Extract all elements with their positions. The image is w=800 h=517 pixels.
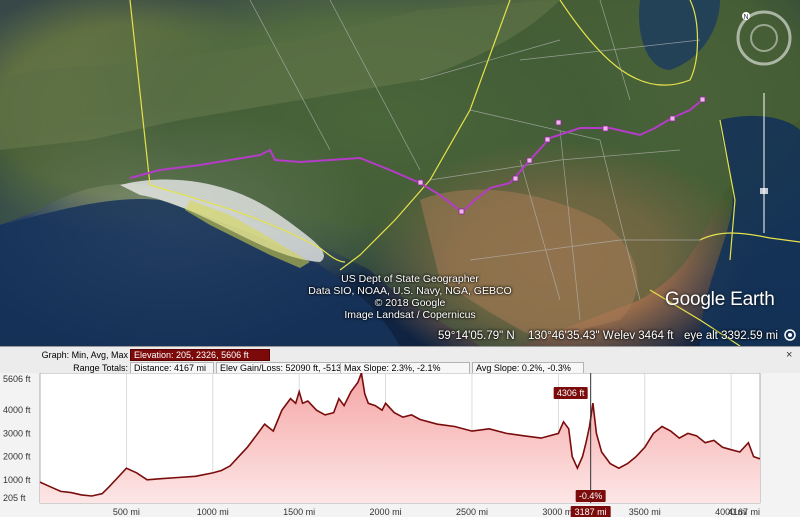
svg-text:N: N — [743, 14, 748, 21]
x-tick-label: 500 mi — [113, 507, 140, 517]
waypoint-marker — [526, 157, 533, 164]
eye-altitude-readout: eye alt 3392.59 mi — [684, 330, 778, 342]
graph-label: Graph: Min, Avg, Max — [41, 350, 128, 360]
waypoint-marker — [555, 119, 562, 126]
elevation-chart[interactable]: 205 ft 1000 ft 2000 ft 3000 ft 4000 ft 5606 f… — [0, 373, 800, 517]
elevation-readout: elev 3464 ft — [614, 330, 674, 342]
cursor-distance-badge: 3187 mi — [570, 506, 611, 517]
x-tick-label: 1500 mi — [283, 507, 315, 517]
x-tick-label: 3500 mi — [629, 507, 661, 517]
svg-text:-0.4%: -0.4% — [579, 491, 603, 501]
zoom-slider[interactable] — [759, 88, 769, 238]
waypoint-marker — [699, 96, 706, 103]
earth-map-view[interactable]: N US Dept of State Geographer Data SIO, … — [0, 0, 800, 346]
move-joystick-icon — [750, 24, 778, 52]
y-tick-label: 2000 ft — [3, 452, 31, 462]
y-tick-label: 4000 ft — [3, 405, 31, 415]
y-tick-label: 205 ft — [3, 493, 26, 503]
waypoint-marker — [602, 125, 609, 132]
svg-text:4306 ft: 4306 ft — [557, 388, 585, 398]
x-tick-label: 4167 mi — [728, 507, 760, 517]
attribution-line: © 2018 Google — [374, 297, 446, 309]
waypoint-marker — [544, 136, 551, 143]
y-tick-label: 1000 ft — [3, 475, 31, 485]
waypoint-marker — [417, 179, 424, 186]
map-status-bar: 59°14'05.79" N 130°46'35.43" W elev 3464… — [0, 328, 800, 346]
y-tick-label: 3000 ft — [3, 428, 31, 438]
zoom-slider-handle — [760, 188, 768, 194]
waypoint-marker — [512, 175, 519, 182]
x-tick-label: 1000 mi — [197, 507, 229, 517]
x-tick-label: 3000 mi — [542, 507, 574, 517]
elevation-summary: Elevation: 205, 2326, 5606 ft — [130, 349, 270, 361]
y-tick-label: 5606 ft — [3, 374, 31, 384]
x-tick-label: 2000 mi — [370, 507, 402, 517]
svg-text:3187 mi: 3187 mi — [575, 507, 607, 517]
attribution-line: US Dept of State Geographer — [341, 273, 479, 285]
waypoint-marker — [458, 208, 465, 215]
navigation-control[interactable]: N — [736, 8, 792, 78]
close-icon[interactable]: × — [786, 349, 792, 361]
attribution-line: Data SIO, NOAA, U.S. Navy, NGA, GEBCO — [308, 285, 512, 297]
x-tick-label: 2500 mi — [456, 507, 488, 517]
waypoint-marker — [669, 115, 676, 122]
cursor-slope-badge: -0.4% — [575, 490, 606, 502]
longitude-readout: 130°46'35.43" W — [528, 330, 614, 342]
map-attribution: US Dept of State Geographer Data SIO, NO… — [300, 273, 520, 321]
attribution-line: Image Landsat / Copernicus — [344, 309, 476, 321]
latitude-readout: 59°14'05.79" N — [438, 330, 515, 342]
google-earth-logo: Google Earth — [665, 289, 775, 310]
cursor-elevation-badge: 4306 ft — [553, 387, 588, 399]
